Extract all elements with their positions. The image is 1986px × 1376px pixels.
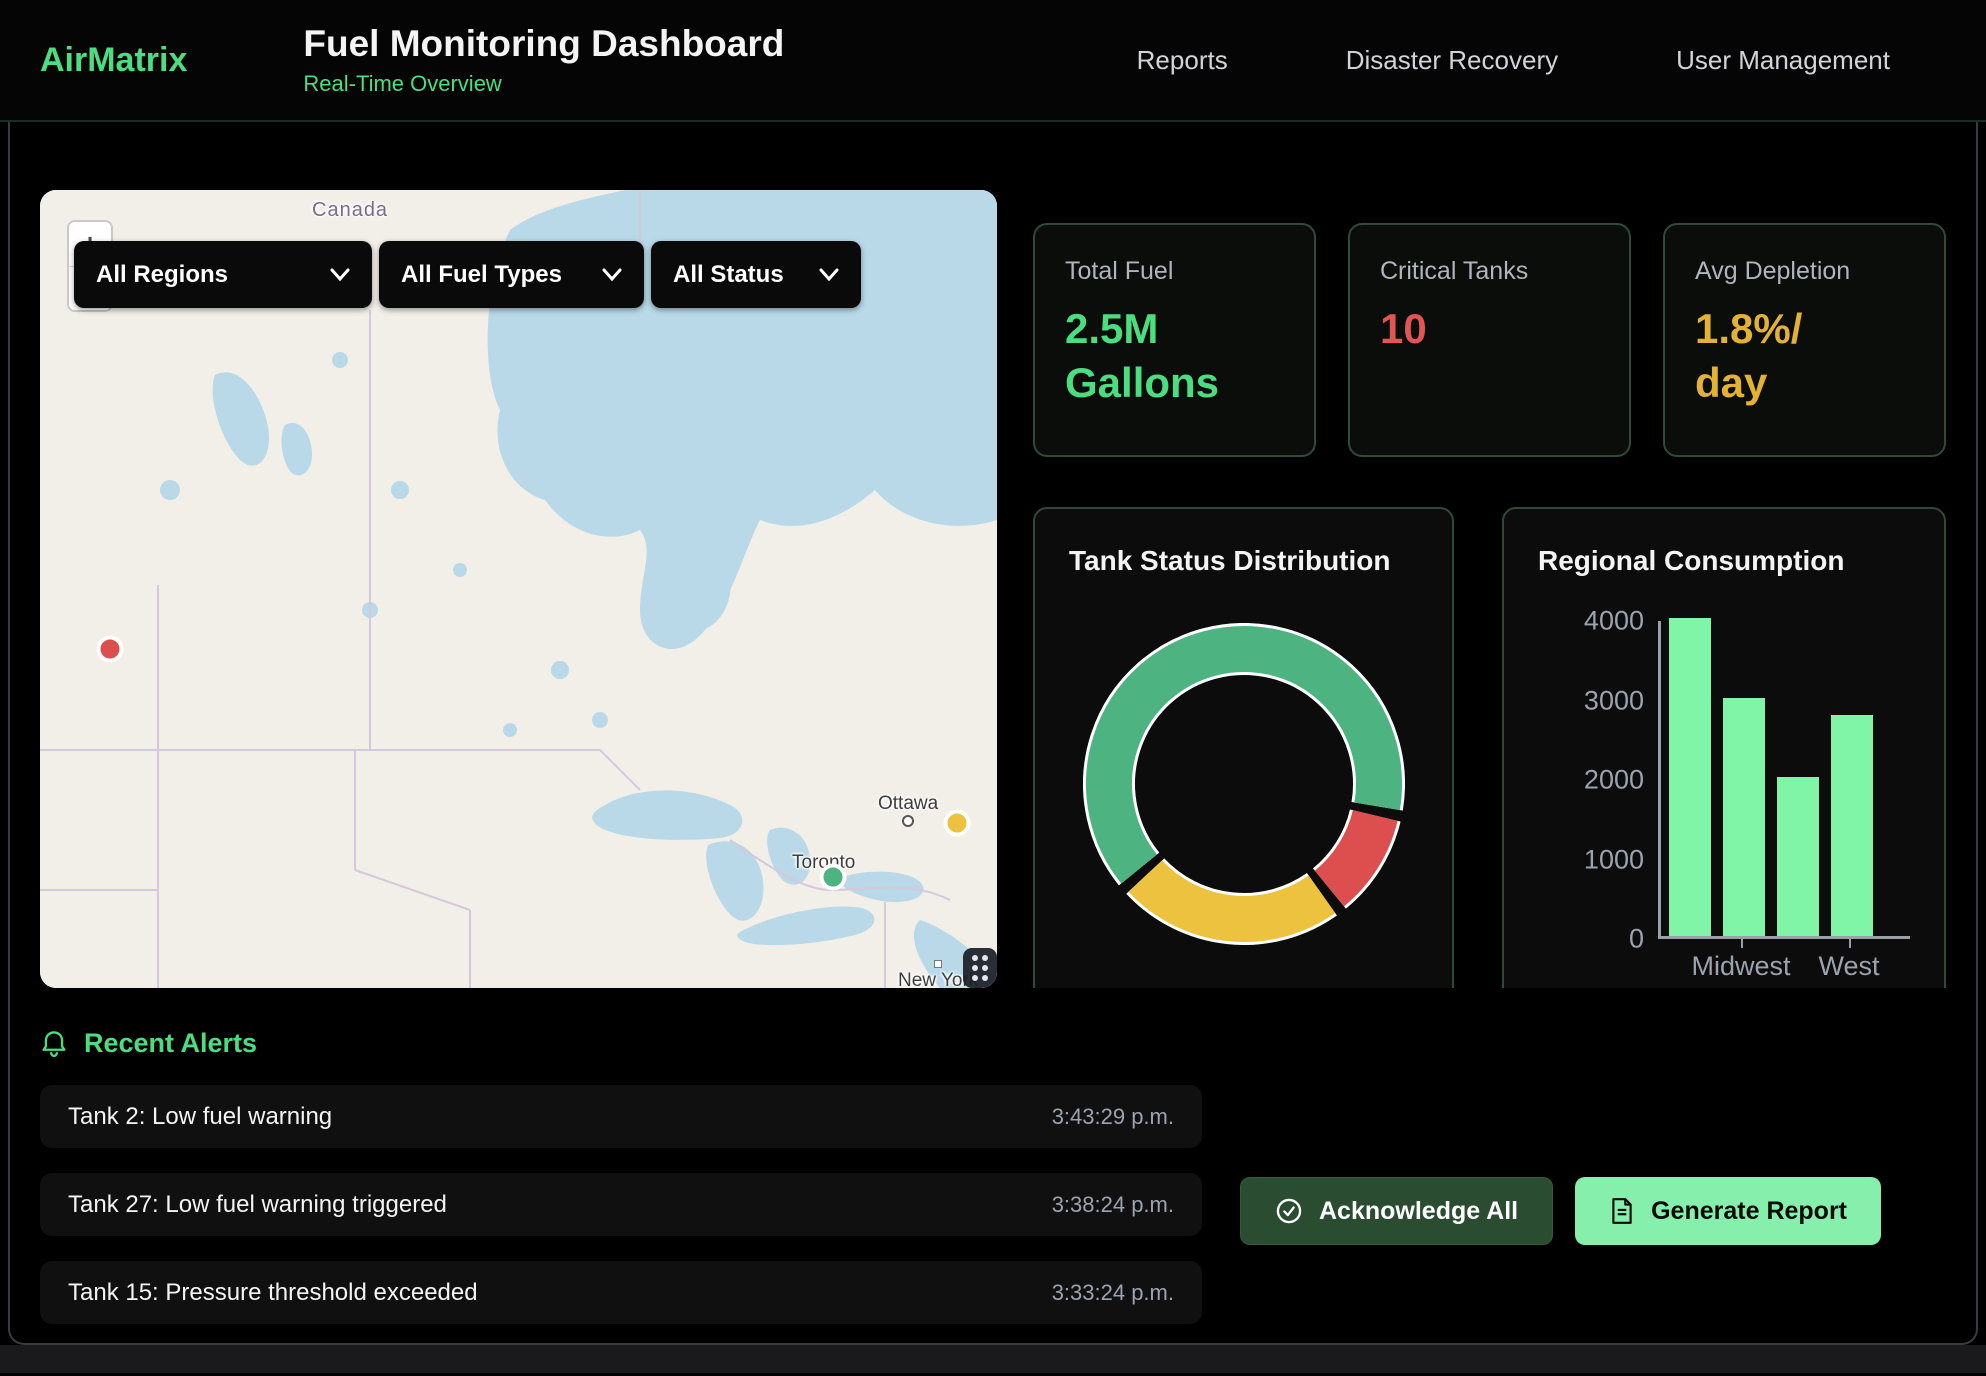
bar-chart-y-axis: 01000200030004000: [1562, 621, 1658, 939]
dashboard-container: Canada Ottawa Toronto New York + −: [8, 122, 1978, 1345]
y-tick-label: 0: [1629, 924, 1644, 955]
alerts-header: Recent Alerts: [40, 1028, 1946, 1059]
charts-row: Tank Status Distribution Regional Consum…: [1033, 507, 1946, 988]
alert-time: 3:43:29 p.m.: [1052, 1104, 1174, 1130]
bell-icon: [40, 1029, 68, 1059]
alert-text: Tank 27: Low fuel warning triggered: [68, 1191, 447, 1219]
page-title: Fuel Monitoring Dashboard: [303, 23, 784, 65]
map-marker-warning[interactable]: [943, 809, 970, 836]
stat-value-total-fuel: 2.5M Gallons: [1065, 302, 1284, 410]
fuel-map[interactable]: Canada Ottawa Toronto New York + −: [40, 190, 997, 988]
bar: [1669, 618, 1711, 936]
document-icon: [1609, 1197, 1635, 1225]
y-tick-label: 1000: [1584, 844, 1644, 875]
map-marker-normal[interactable]: [820, 864, 847, 891]
bar: [1723, 698, 1765, 937]
x-tick-label: West: [1818, 951, 1879, 982]
stat-card-total-fuel: Total Fuel 2.5M Gallons: [1033, 223, 1316, 457]
bar: [1831, 715, 1873, 936]
town-icon: [902, 815, 914, 827]
alert-list: Tank 2: Low fuel warning 3:43:29 p.m. Ta…: [40, 1085, 1202, 1345]
bar-chart-bars: [1658, 621, 1910, 939]
regions-dropdown-value: All Regions: [96, 261, 228, 289]
alert-text: Tank 2: Low fuel warning: [68, 1103, 332, 1131]
map-resize-grip[interactable]: [963, 948, 997, 988]
alerts-body: Tank 2: Low fuel warning 3:43:29 p.m. Ta…: [40, 1085, 1946, 1345]
map-label-canada: Canada: [312, 199, 388, 222]
nav-user-management[interactable]: User Management: [1676, 45, 1890, 76]
stat-label: Avg Depletion: [1695, 257, 1914, 286]
donut-chart-card: Tank Status Distribution: [1033, 507, 1454, 988]
donut-chart-title: Tank Status Distribution: [1069, 545, 1418, 577]
alert-actions: Acknowledge All Generate Report: [1240, 1177, 1881, 1245]
bar: [1777, 777, 1819, 936]
y-tick-label: 4000: [1584, 606, 1644, 637]
main-nav: Reports Disaster Recovery User Managemen…: [1137, 45, 1946, 76]
regions-dropdown[interactable]: All Regions: [74, 241, 372, 308]
donut-segment-green: [1109, 649, 1379, 869]
bar-chart-x-axis: Midwest West: [1658, 939, 1910, 983]
chevron-down-icon: [602, 268, 622, 282]
alert-time: 3:33:24 p.m.: [1052, 1280, 1174, 1306]
alert-time: 3:38:24 p.m.: [1052, 1192, 1174, 1218]
right-panel: Total Fuel 2.5M Gallons Critical Tanks 1…: [1033, 190, 1946, 988]
fuel-types-dropdown-value: All Fuel Types: [401, 261, 562, 289]
map-label-ottawa-text: Ottawa: [878, 793, 938, 814]
stat-card-critical-tanks: Critical Tanks 10: [1348, 223, 1631, 457]
stat-label: Critical Tanks: [1380, 257, 1599, 286]
status-dropdown-value: All Status: [673, 261, 784, 289]
x-tick-label: Midwest: [1691, 951, 1790, 982]
stat-card-avg-depletion: Avg Depletion 1.8%/ day: [1663, 223, 1946, 457]
app-header: AirMatrix Fuel Monitoring Dashboard Real…: [0, 0, 1986, 122]
alert-row: Tank 27: Low fuel warning triggered 3:38…: [40, 1173, 1202, 1236]
donut-segment-red: [1329, 816, 1375, 889]
map-marker-critical[interactable]: [96, 635, 123, 662]
stat-value-avg-depletion: 1.8%/ day: [1695, 302, 1914, 410]
stat-label: Total Fuel: [1065, 257, 1284, 286]
page-subtitle: Real-Time Overview: [303, 71, 784, 97]
generate-report-button[interactable]: Generate Report: [1575, 1177, 1881, 1245]
alert-row: Tank 2: Low fuel warning 3:43:29 p.m.: [40, 1085, 1202, 1148]
bar-chart-card: Regional Consumption 0 1000 2000 3000 4000 M…: [1502, 507, 1946, 988]
title-block: Fuel Monitoring Dashboard Real-Time Over…: [303, 23, 784, 97]
y-tick-label: 2000: [1584, 765, 1644, 796]
donut-chart-graphic: [1083, 623, 1405, 945]
recent-alerts-section: Recent Alerts Tank 2: Low fuel warning 3…: [10, 988, 1976, 1345]
status-dropdown[interactable]: All Status: [651, 241, 861, 308]
bar-chart: 01000200030004000: [1538, 621, 1910, 939]
content-row: Canada Ottawa Toronto New York + −: [10, 122, 1976, 988]
alert-text: Tank 15: Pressure threshold exceeded: [68, 1279, 478, 1307]
brand-logo: AirMatrix: [40, 41, 187, 80]
x-tick-mark: [1849, 939, 1851, 948]
acknowledge-all-button[interactable]: Acknowledge All: [1240, 1177, 1553, 1245]
fuel-types-dropdown[interactable]: All Fuel Types: [379, 241, 644, 308]
check-circle-icon: [1275, 1197, 1303, 1225]
donut-chart: [1069, 623, 1418, 945]
city-dot: [934, 960, 942, 968]
nav-reports[interactable]: Reports: [1137, 45, 1228, 76]
bar-chart-title: Regional Consumption: [1538, 545, 1910, 577]
chevron-down-icon: [819, 268, 839, 282]
stat-value-critical-tanks: 10: [1380, 302, 1599, 356]
acknowledge-all-label: Acknowledge All: [1319, 1197, 1518, 1226]
bottom-strip: [0, 1345, 1986, 1373]
map-label-ottawa: Ottawa: [878, 793, 938, 827]
chevron-down-icon: [330, 268, 350, 282]
generate-report-label: Generate Report: [1651, 1197, 1847, 1226]
stats-row: Total Fuel 2.5M Gallons Critical Tanks 1…: [1033, 223, 1946, 457]
y-tick-label: 3000: [1584, 685, 1644, 716]
nav-disaster-recovery[interactable]: Disaster Recovery: [1346, 45, 1558, 76]
x-tick-mark: [1741, 939, 1743, 948]
alerts-title: Recent Alerts: [84, 1028, 257, 1059]
alert-row: Tank 15: Pressure threshold exceeded 3:3…: [40, 1261, 1202, 1324]
map-filter-row: All Regions All Fuel Types All Status: [74, 241, 861, 308]
